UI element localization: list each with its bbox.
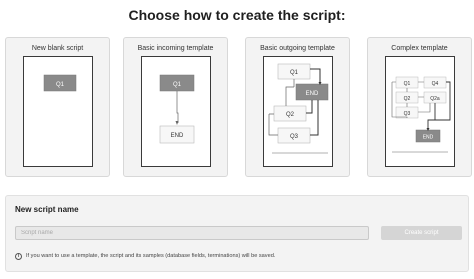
template-preview: Q1 Q4 Q2 Q2a Q3 END — [385, 56, 455, 167]
template-card-blank[interactable]: New blank script Q1 — [5, 37, 110, 177]
incoming-diagram: Q1 END — [159, 74, 195, 144]
template-label: Basic outgoing template — [260, 45, 335, 52]
node-q1-label: Q1 — [404, 81, 411, 87]
complex-diagram: Q1 Q4 Q2 Q2a Q3 END — [391, 76, 451, 153]
connector — [176, 91, 179, 123]
create-script-button[interactable]: Create script — [381, 226, 462, 240]
template-card-complex[interactable]: Complex template Q1 Q4 Q2 Q2a Q3 END — [367, 37, 472, 177]
new-script-heading: New script name — [15, 205, 79, 214]
node-q1-label: Q1 — [173, 82, 182, 88]
template-card-incoming[interactable]: Basic incoming template Q1 END — [123, 37, 228, 177]
info-text: If you want to use a template, the scrip… — [26, 253, 276, 259]
node-q2-label: Q2 — [286, 112, 295, 118]
script-name-input[interactable] — [15, 226, 369, 240]
node-q2a-label: Q2a — [430, 96, 440, 102]
template-label: Complex template — [391, 45, 448, 52]
blank-diagram: Q1 — [43, 74, 77, 92]
node-q3-label: Q3 — [404, 111, 411, 117]
connector — [285, 79, 295, 106]
template-label: Basic incoming template — [137, 45, 214, 52]
template-preview: Q1 — [23, 56, 93, 167]
template-preview: Q1 END — [141, 56, 211, 167]
outgoing-diagram: Q1 END Q2 Q3 — [268, 63, 329, 154]
node-q1-label: Q1 — [290, 70, 299, 76]
node-q1-label: Q1 — [56, 82, 65, 88]
info-icon: i — [15, 252, 22, 260]
template-card-outgoing[interactable]: Basic outgoing template Q1 END Q2 Q3 — [245, 37, 350, 177]
node-q2-label: Q2 — [404, 96, 411, 102]
node-end-label: END — [171, 133, 184, 139]
page-title: Choose how to create the script: — [128, 7, 346, 23]
connector — [310, 100, 319, 136]
template-preview: Q1 END Q2 Q3 — [263, 56, 333, 167]
node-q4-label: Q4 — [432, 81, 439, 87]
template-label: New blank script — [31, 45, 84, 52]
node-end-label: END — [423, 135, 434, 141]
node-end-label: END — [306, 91, 319, 97]
connector — [427, 81, 451, 130]
connector — [306, 100, 313, 114]
template-info: i If you want to use a template, the scr… — [15, 251, 275, 261]
new-script-panel: New script name Create script i If you w… — [5, 195, 469, 272]
connector — [310, 68, 321, 84]
node-q3-label: Q3 — [290, 134, 299, 140]
